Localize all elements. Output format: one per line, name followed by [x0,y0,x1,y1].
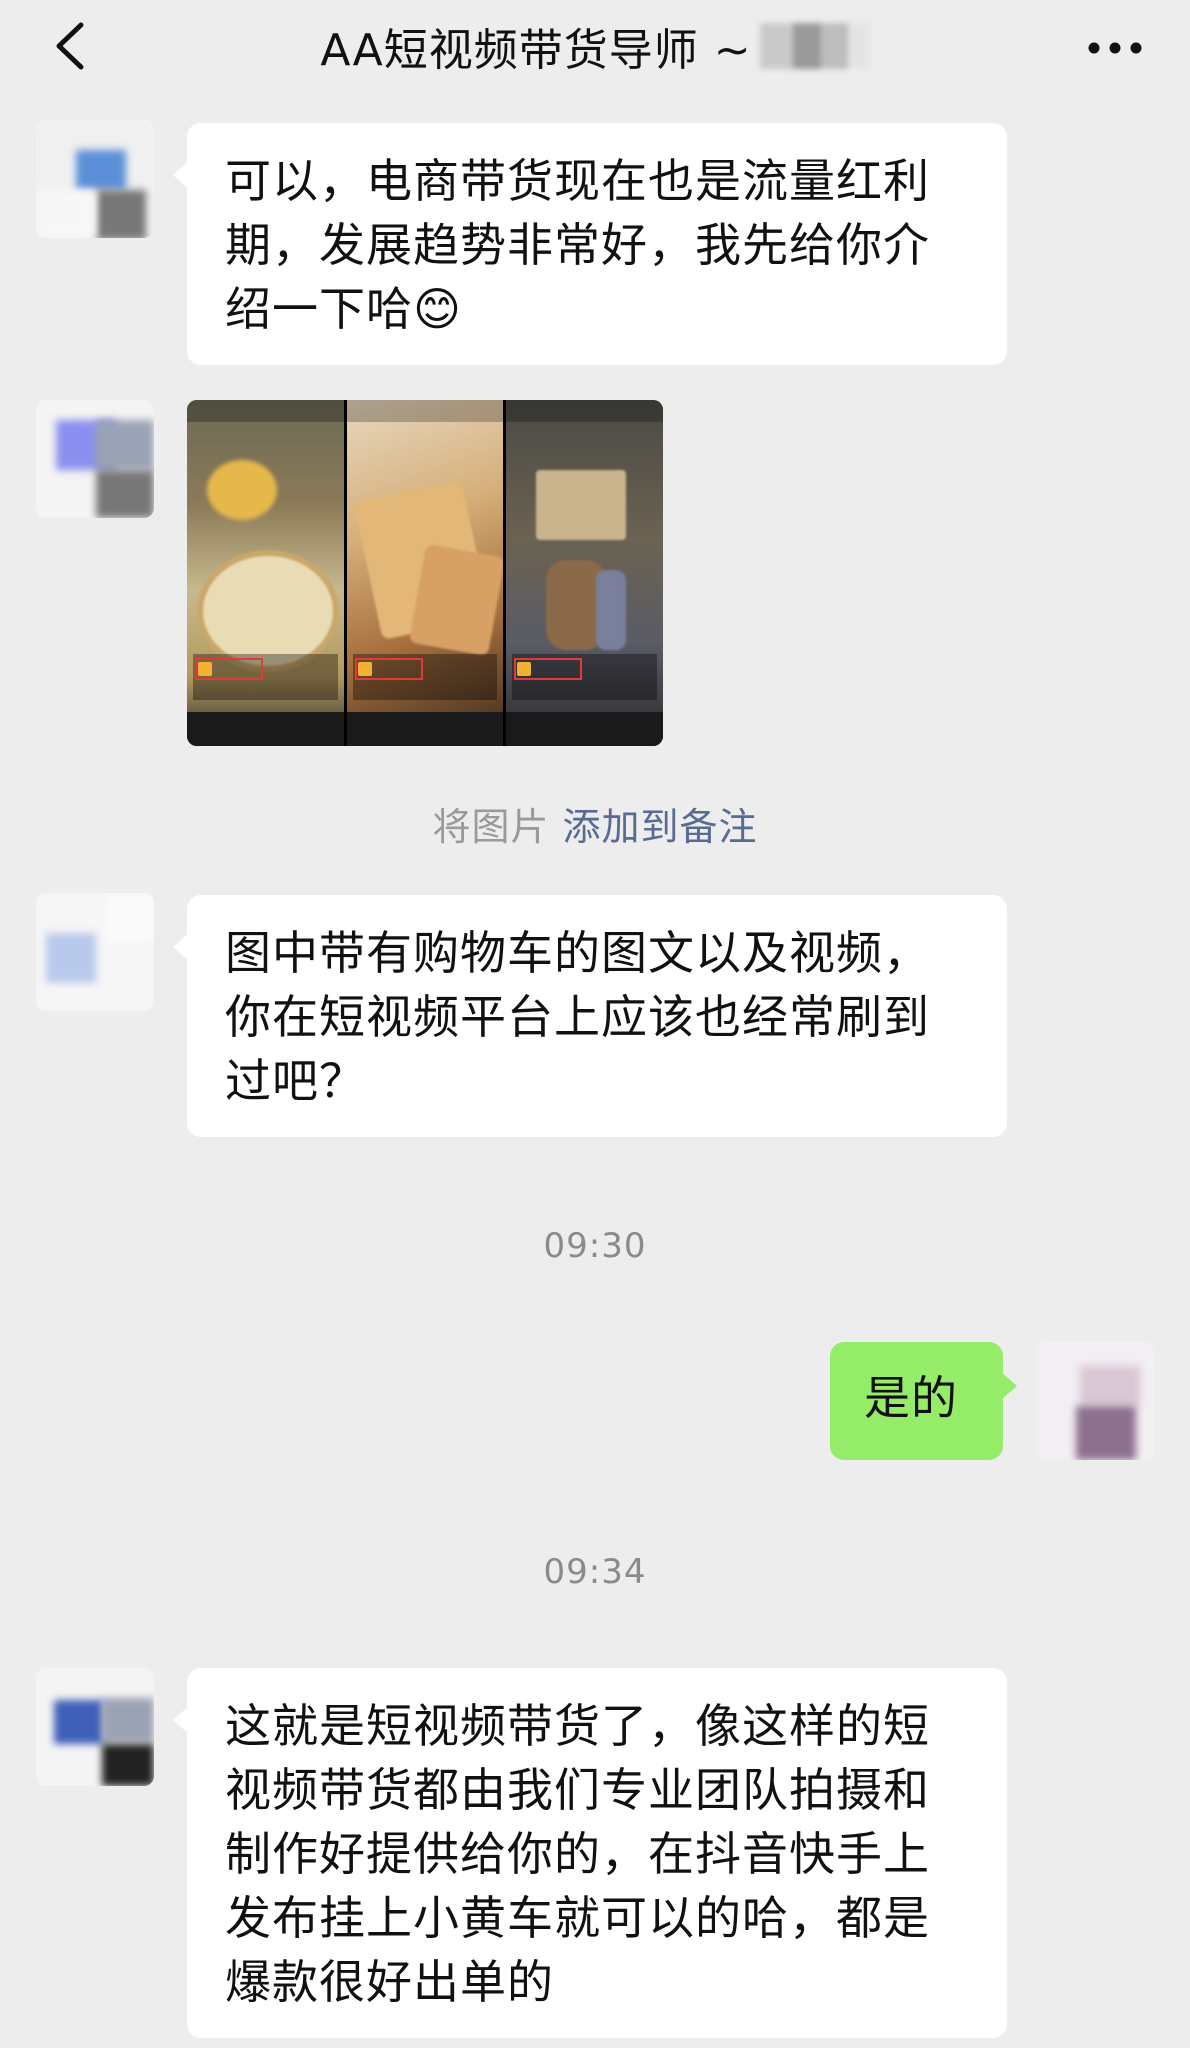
timestamp: 09:34 [543,1552,647,1592]
image-thumbnail [343,400,504,746]
system-note-text: 将图片 [432,805,563,849]
message-bubble[interactable]: 这就是短视频带货了，像这样的短视频带货都由我们专业团队拍摄和制作好提供给你的，在… [173,1668,1007,2038]
message-bubble-mine[interactable]: 是的 [830,1342,1017,1460]
image-thumbnail [503,400,663,746]
message-text: 图中带有购物车的图文以及视频，你在短视频平台上应该也经常刷到过吧？ [225,926,930,1108]
avatar[interactable] [36,893,154,1011]
cart-icon [517,662,532,676]
system-note: 将图片 添加到备注 [0,796,1190,851]
message-text: 这就是短视频带货了，像这样的短视频带货都由我们专业团队拍摄和制作好提供给你的，在… [225,1699,930,2009]
avatar[interactable] [36,120,154,238]
chat-title: AA短视频带货导师 ~ [320,25,752,76]
title-container: AA短视频带货导师 ~ [0,14,1190,78]
add-to-remark-link[interactable]: 添加到备注 [563,805,758,849]
image-message[interactable] [187,400,663,746]
avatar[interactable] [36,1668,154,1786]
more-button[interactable] [1080,18,1150,78]
cart-icon [198,662,212,676]
message-text: 是的 [864,1371,958,1425]
avatar[interactable] [36,400,154,518]
chat-header: AA短视频带货导师 ~ [0,0,1190,96]
image-thumbnail [187,400,344,746]
message-bubble[interactable]: 图中带有购物车的图文以及视频，你在短视频平台上应该也经常刷到过吧？ [173,895,1007,1137]
redacted-name [759,23,870,69]
more-horizontal-icon [1088,42,1142,54]
my-avatar[interactable] [1036,1342,1154,1460]
message-bubble[interactable]: 可以，电商带货现在也是流量红利期，发展趋势非常好，我先给你介绍一下哈😊 [173,123,1007,365]
message-text: 可以，电商带货现在也是流量红利期，发展趋势非常好，我先给你介绍一下哈😊 [225,154,930,336]
cart-icon [357,662,372,676]
timestamp: 09:30 [543,1226,647,1266]
